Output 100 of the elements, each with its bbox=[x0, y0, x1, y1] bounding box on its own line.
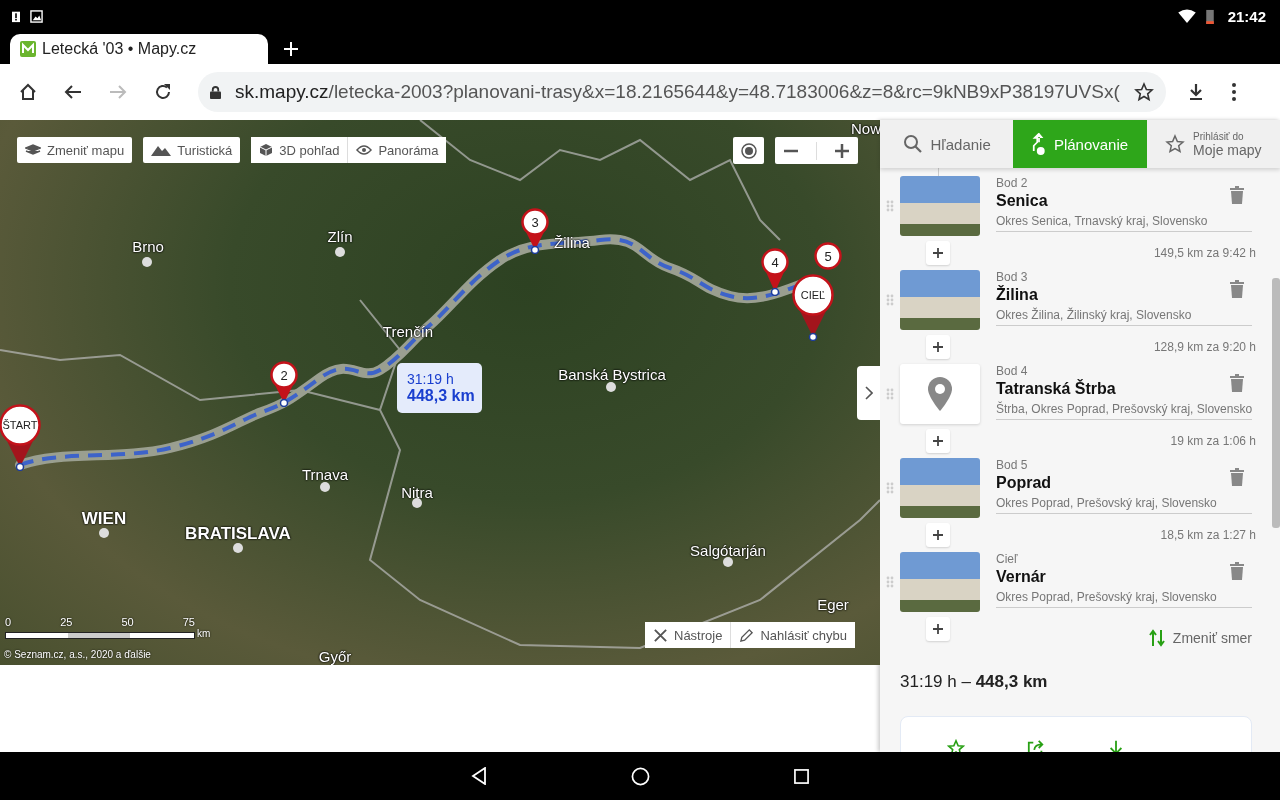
search-icon bbox=[902, 134, 923, 154]
clock: 21:42 bbox=[1227, 7, 1266, 25]
trash-icon[interactable] bbox=[1230, 468, 1244, 486]
add-waypoint-button[interactable] bbox=[926, 241, 950, 265]
place-label: WIEN bbox=[81, 509, 127, 529]
drag-handle-icon[interactable] bbox=[886, 482, 894, 494]
wifi-icon bbox=[1177, 9, 1196, 23]
drag-handle-icon[interactable] bbox=[886, 200, 894, 212]
waypoint-label: Bod 3 bbox=[996, 270, 1028, 284]
copyright-text: © Seznam.cz, a.s., 2020 a ďalšie bbox=[4, 649, 151, 660]
city-dot bbox=[335, 247, 345, 257]
favicon-icon bbox=[20, 41, 36, 57]
city-dot bbox=[233, 543, 243, 553]
city-dot bbox=[723, 557, 733, 567]
city-dot bbox=[142, 257, 152, 267]
place-label: Zlín bbox=[327, 228, 353, 245]
star-icon[interactable] bbox=[947, 739, 965, 752]
recents-square-icon[interactable] bbox=[794, 768, 809, 784]
waypoint-label: Cieľ bbox=[996, 552, 1018, 566]
lock-icon bbox=[210, 85, 221, 99]
drag-handle-icon[interactable] bbox=[886, 388, 894, 400]
map-pin-icon bbox=[928, 377, 952, 411]
scale-tick-label: 75 bbox=[182, 616, 195, 628]
map-toolbar-button[interactable]: 3D pohľad bbox=[251, 137, 348, 163]
trash-icon[interactable] bbox=[1230, 280, 1244, 298]
city-dot bbox=[99, 528, 109, 538]
route-pin[interactable]: 5 bbox=[814, 242, 842, 270]
city-dot bbox=[412, 498, 422, 508]
new-tab-icon[interactable] bbox=[284, 42, 298, 56]
image-icon bbox=[30, 9, 43, 23]
map-toolbar-button[interactable]: Turistická bbox=[143, 137, 241, 163]
waypoint-region: Okres Poprad, Prešovský kraj, Slovensko bbox=[996, 496, 1217, 510]
waypoint-name: Senica bbox=[996, 192, 1048, 210]
home-circle-icon[interactable] bbox=[631, 766, 650, 786]
pencil-icon bbox=[739, 627, 755, 643]
segment-distance: 149,5 km za 9:42 h bbox=[1153, 246, 1256, 260]
place-label: Eger bbox=[817, 596, 849, 613]
waypoint-label: Bod 2 bbox=[996, 176, 1028, 190]
place-label: Trenčín bbox=[382, 323, 434, 340]
place-label: BRATISLAVA bbox=[185, 524, 291, 544]
back-triangle-icon[interactable] bbox=[471, 767, 487, 785]
waypoint-region: Okres Poprad, Prešovský kraj, Slovensko bbox=[996, 590, 1217, 604]
plus-icon bbox=[933, 436, 943, 446]
scale-tick-label: 0 bbox=[5, 616, 12, 628]
cube-icon bbox=[259, 143, 274, 157]
plus-icon bbox=[933, 624, 943, 634]
city-dot bbox=[606, 382, 616, 392]
drag-handle-icon[interactable] bbox=[886, 576, 894, 588]
add-waypoint-button[interactable] bbox=[926, 617, 950, 641]
alert-icon bbox=[12, 9, 20, 23]
waypoint-region: Štrba, Okres Poprad, Prešovský kraj, Slovensko bbox=[996, 402, 1253, 416]
route-icon bbox=[1031, 131, 1046, 157]
satellite-map[interactable] bbox=[0, 120, 880, 665]
segment-distance: 19 km za 1:06 h bbox=[1170, 434, 1256, 448]
add-waypoint-button[interactable] bbox=[926, 523, 950, 547]
browser-tab[interactable]: Letecká '03 • Mapy.cz bbox=[10, 34, 268, 64]
panel-tab[interactable]: Prihlásiť do Moje mapy bbox=[1146, 120, 1280, 168]
trash-icon[interactable] bbox=[1230, 562, 1244, 580]
zoom-in-icon[interactable] bbox=[833, 142, 850, 159]
waypoint-label: Bod 4 bbox=[996, 364, 1028, 378]
waypoint-region: Okres Senica, Trnavský kraj, Slovensko bbox=[996, 214, 1208, 228]
target-icon bbox=[740, 142, 757, 159]
mountain-icon bbox=[151, 144, 172, 156]
more-icon[interactable] bbox=[1231, 82, 1237, 102]
locate-button[interactable] bbox=[733, 137, 764, 164]
scrollbar[interactable] bbox=[1272, 278, 1280, 528]
tab-title: Letecká '03 • Mapy.cz bbox=[42, 40, 197, 58]
waypoint-name: Poprad bbox=[996, 474, 1052, 492]
collapse-panel-button[interactable] bbox=[857, 366, 880, 420]
segment-distance: 18,5 km za 1:27 h bbox=[1160, 528, 1256, 542]
reverse-route-button[interactable]: Zmeniť smer bbox=[1148, 629, 1252, 647]
star-icon[interactable] bbox=[1134, 82, 1154, 102]
eye-icon bbox=[356, 145, 373, 155]
add-waypoint-button[interactable] bbox=[926, 335, 950, 359]
plus-icon bbox=[933, 342, 943, 352]
place-label: Győr bbox=[318, 648, 352, 665]
plus-icon bbox=[933, 248, 943, 258]
drag-handle-icon[interactable] bbox=[886, 294, 894, 306]
url-field[interactable]: sk.mapy.cz/letecka-2003?planovani-trasy&x=18.2165644&y=48.7183006&z=8&rc=9kNB9xP38197UVSx( bbox=[198, 72, 1166, 112]
star-icon bbox=[1165, 134, 1186, 154]
plus-icon bbox=[933, 530, 943, 540]
map-toolbar-button[interactable]: Zmeniť mapu bbox=[17, 137, 133, 163]
waypoint-region: Okres Žilina, Žilinský kraj, Slovensko bbox=[996, 308, 1192, 322]
route-summary: 31:19 h – 448,3 km bbox=[900, 672, 1049, 692]
add-waypoint-button[interactable] bbox=[926, 429, 950, 453]
home-icon[interactable] bbox=[18, 82, 38, 102]
scale-tick-label: 50 bbox=[121, 616, 134, 628]
battery-icon bbox=[1205, 8, 1214, 24]
city-dot bbox=[320, 482, 330, 492]
share-icon[interactable] bbox=[1027, 739, 1045, 752]
panel-tab[interactable]: Hľadanie bbox=[880, 120, 1014, 168]
url-text: sk.mapy.cz/letecka-2003?planovani-trasy&x=18.2165644&y=48.7183006&z=8&rc=9kNB9xP38197UVSx( bbox=[235, 81, 1120, 103]
trash-icon[interactable] bbox=[1230, 186, 1244, 204]
trash-icon[interactable] bbox=[1230, 374, 1244, 392]
scale-tick-label: 25 bbox=[60, 616, 73, 628]
reload-icon[interactable] bbox=[153, 82, 173, 102]
waypoint-name: Tatranská Štrba bbox=[996, 380, 1116, 398]
waypoint-name: Žilina bbox=[996, 286, 1038, 304]
place-label: Trnava bbox=[301, 466, 349, 483]
map-toolbar-button[interactable]: Panoráma bbox=[347, 137, 447, 163]
